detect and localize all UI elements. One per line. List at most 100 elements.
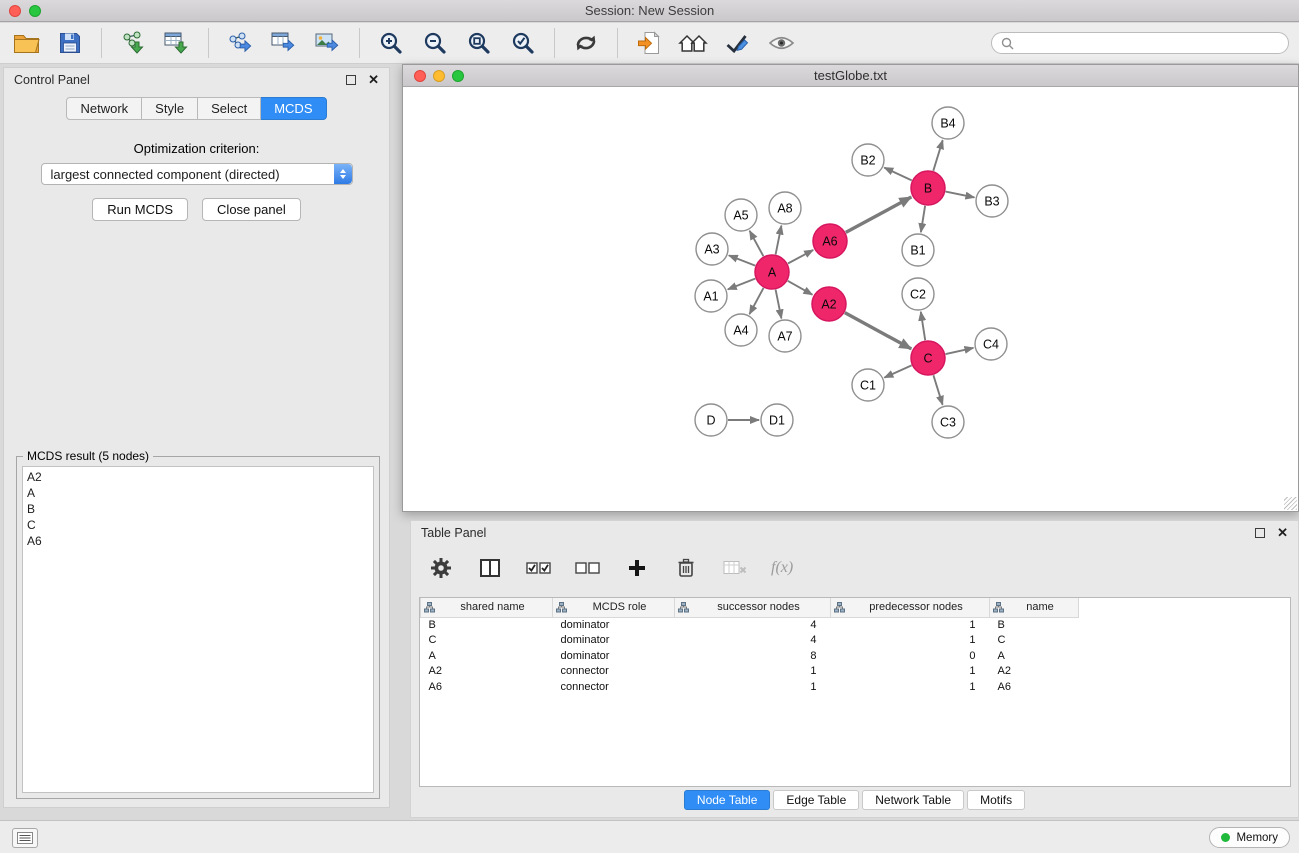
network-edge-A-A3[interactable] <box>729 255 755 265</box>
network-node-C3[interactable]: C3 <box>932 406 964 438</box>
network-node-A3[interactable]: A3 <box>696 233 728 265</box>
table-row[interactable]: Bdominator41B <box>421 617 1079 633</box>
column-header-name[interactable]: name <box>990 598 1079 617</box>
tab-network-table[interactable]: Network Table <box>862 790 964 810</box>
network-node-B4[interactable]: B4 <box>932 107 964 139</box>
zoom-network-window-button[interactable] <box>452 70 464 82</box>
tab-style[interactable]: Style <box>142 97 198 120</box>
column-header-successor-nodes[interactable]: successor nodes <box>675 598 831 617</box>
zoom-out-button[interactable] <box>419 27 451 59</box>
network-node-B2[interactable]: B2 <box>852 144 884 176</box>
zoom-selected-button[interactable] <box>507 27 539 59</box>
zoom-in-button[interactable] <box>375 27 407 59</box>
select-all-button[interactable] <box>526 555 552 581</box>
network-node-D[interactable]: D <box>695 404 727 436</box>
zoom-fit-button[interactable] <box>463 27 495 59</box>
network-edge-C-C3[interactable] <box>933 375 942 405</box>
network-canvas[interactable]: B4B2BB3A5A8A6A3AB1A1A2C2A4A7C4CC1DD1C3 <box>403 88 1298 511</box>
zoom-window-button[interactable] <box>29 5 41 17</box>
network-edge-B-B1[interactable] <box>921 206 925 232</box>
close-window-button[interactable] <box>9 5 21 17</box>
network-node-A2[interactable]: A2 <box>812 287 846 321</box>
import-network-file-button[interactable] <box>117 27 149 59</box>
column-header-predecessor-nodes[interactable]: predecessor nodes <box>831 598 990 617</box>
table-row[interactable]: Cdominator41C <box>421 633 1079 649</box>
network-node-B[interactable]: B <box>911 171 945 205</box>
table-row[interactable]: Adominator80A <box>421 648 1079 664</box>
network-edge-A-A7[interactable] <box>776 290 782 319</box>
overview-button[interactable] <box>677 27 709 59</box>
tab-select[interactable]: Select <box>198 97 261 120</box>
network-node-B1[interactable]: B1 <box>902 234 934 266</box>
network-node-A8[interactable]: A8 <box>769 192 801 224</box>
task-history-button[interactable] <box>12 828 38 848</box>
open-session-button[interactable] <box>10 27 42 59</box>
network-window-titlebar[interactable]: testGlobe.txt <box>403 65 1298 87</box>
network-edge-A6-B[interactable] <box>846 197 912 232</box>
apply-layout-button[interactable] <box>570 27 602 59</box>
node-table-container[interactable]: shared nameMCDS rolesuccessor nodesprede… <box>419 597 1291 787</box>
export-table-button[interactable] <box>268 27 300 59</box>
column-header-shared-name[interactable]: shared name <box>421 598 553 617</box>
column-header-mcds-role[interactable]: MCDS role <box>553 598 675 617</box>
tab-motifs[interactable]: Motifs <box>967 790 1025 810</box>
export-network-button[interactable] <box>224 27 256 59</box>
float-table-panel-icon[interactable] <box>1255 528 1265 538</box>
network-node-B3[interactable]: B3 <box>976 185 1008 217</box>
tab-node-table[interactable]: Node Table <box>684 790 771 810</box>
resize-grip[interactable] <box>1284 497 1297 510</box>
mcds-result-item[interactable]: C <box>27 517 369 533</box>
mcds-result-item[interactable]: A6 <box>27 533 369 549</box>
mcds-result-list[interactable]: A2ABCA6 <box>22 466 374 793</box>
search-input[interactable] <box>1020 35 1279 51</box>
network-node-A4[interactable]: A4 <box>725 314 757 346</box>
network-node-A6[interactable]: A6 <box>813 224 847 258</box>
network-edge-B-B3[interactable] <box>946 192 975 198</box>
tab-network[interactable]: Network <box>66 97 142 120</box>
run-mcds-button[interactable]: Run MCDS <box>92 198 188 221</box>
network-edge-C-C4[interactable] <box>946 348 974 354</box>
delete-table-button[interactable] <box>722 555 748 581</box>
minimize-network-window-button[interactable] <box>433 70 445 82</box>
toggle-details-button[interactable] <box>765 27 797 59</box>
network-edge-A-A1[interactable] <box>728 279 755 290</box>
network-view[interactable]: B4B2BB3A5A8A6A3AB1A1A2C2A4A7C4CC1DD1C3 <box>403 88 1298 511</box>
network-edge-B-B2[interactable] <box>884 168 911 181</box>
tab-mcds[interactable]: MCDS <box>261 97 326 120</box>
memory-button[interactable]: Memory <box>1209 827 1290 848</box>
deselect-all-button[interactable] <box>575 555 601 581</box>
network-edge-C-C2[interactable] <box>921 312 925 340</box>
mcds-result-item[interactable]: A <box>27 485 369 501</box>
network-edge-C-C1[interactable] <box>884 365 911 377</box>
table-row[interactable]: A6connector11A6 <box>421 679 1079 695</box>
mcds-result-item[interactable]: A2 <box>27 469 369 485</box>
import-table-file-button[interactable] <box>161 27 193 59</box>
network-edge-A-A8[interactable] <box>776 226 782 255</box>
show-columns-button[interactable] <box>477 555 503 581</box>
search-box[interactable] <box>991 32 1289 54</box>
network-node-C1[interactable]: C1 <box>852 369 884 401</box>
style-apply-button[interactable] <box>721 27 753 59</box>
network-file-button[interactable] <box>633 27 665 59</box>
table-settings-button[interactable] <box>428 555 454 581</box>
function-builder-button[interactable]: f(x) <box>771 555 793 581</box>
network-node-A7[interactable]: A7 <box>769 320 801 352</box>
mcds-result-item[interactable]: B <box>27 501 369 517</box>
network-edge-A-A5[interactable] <box>750 231 764 256</box>
network-node-D1[interactable]: D1 <box>761 404 793 436</box>
delete-column-button[interactable] <box>673 555 699 581</box>
close-panel-button[interactable]: Close panel <box>202 198 301 221</box>
network-node-A[interactable]: A <box>755 255 789 289</box>
float-panel-icon[interactable] <box>346 75 356 85</box>
export-image-button[interactable] <box>312 27 344 59</box>
network-node-A5[interactable]: A5 <box>725 199 757 231</box>
network-node-A1[interactable]: A1 <box>695 280 727 312</box>
network-edge-A2-C[interactable] <box>845 313 912 349</box>
network-edge-A-A2[interactable] <box>788 281 813 295</box>
network-edge-A-A4[interactable] <box>750 288 764 314</box>
add-column-button[interactable] <box>624 555 650 581</box>
network-node-C4[interactable]: C4 <box>975 328 1007 360</box>
optimization-dropdown[interactable]: largest connected component (directed) <box>41 163 353 185</box>
network-edge-A-A6[interactable] <box>788 250 813 264</box>
close-network-window-button[interactable] <box>414 70 426 82</box>
